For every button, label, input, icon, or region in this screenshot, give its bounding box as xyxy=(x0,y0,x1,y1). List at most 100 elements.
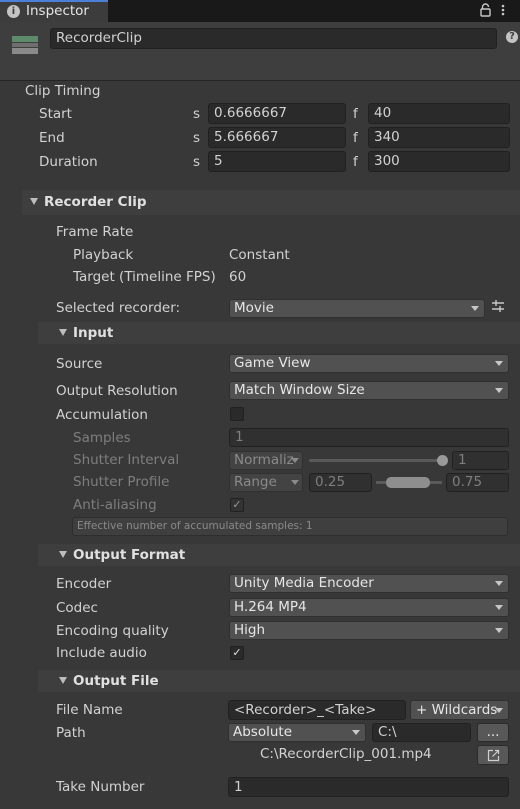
shutter-interval-mode-dropdown: Normaliz xyxy=(229,451,303,470)
encoding-quality-label: Encoding quality xyxy=(56,623,169,639)
output-file-foldout[interactable]: Output File xyxy=(59,673,159,689)
lock-icon[interactable] xyxy=(480,3,491,21)
chevron-down-icon xyxy=(495,361,503,366)
open-folder-button[interactable] xyxy=(477,745,509,765)
output-resolution-label: Output Resolution xyxy=(56,383,178,399)
chevron-down-icon xyxy=(471,306,479,311)
more-menu-icon[interactable] xyxy=(500,3,506,17)
selected-recorder-value: Movie xyxy=(234,300,274,316)
path-label: Path xyxy=(56,725,86,741)
source-value: Game View xyxy=(234,355,311,371)
output-format-foldout[interactable]: Output Format xyxy=(59,547,185,563)
full-path-text: C:\RecorderClip_001.mp4 xyxy=(260,746,432,762)
end-label: End xyxy=(39,130,65,146)
source-dropdown[interactable]: Game View xyxy=(229,354,509,373)
encoder-value: Unity Media Encoder xyxy=(234,575,374,591)
anti-aliasing-checkbox: ✓ xyxy=(230,498,244,512)
chevron-down-icon xyxy=(291,480,299,485)
duration-seconds-field[interactable]: 5 xyxy=(208,151,346,172)
shutter-interval-label: Shutter Interval xyxy=(73,452,180,468)
samples-label: Samples xyxy=(73,430,131,446)
selected-recorder-label: Selected recorder: xyxy=(56,300,181,316)
output-resolution-value: Match Window Size xyxy=(234,382,365,398)
wildcards-label: + Wildcards xyxy=(416,702,498,718)
codec-label: Codec xyxy=(56,600,98,616)
shutter-interval-field: 1 xyxy=(452,451,509,470)
playback-label: Playback xyxy=(73,247,134,263)
shutter-profile-mode: Range xyxy=(234,474,277,490)
include-audio-checkbox[interactable]: ✓ xyxy=(230,646,244,660)
foldout-arrow-icon xyxy=(59,551,67,558)
accumulation-info-box: Effective number of accumulated samples:… xyxy=(72,517,508,536)
wildcards-dropdown[interactable]: + Wildcards xyxy=(410,700,509,720)
chevron-down-icon xyxy=(495,628,503,633)
chevron-down-icon xyxy=(291,458,299,463)
path-field[interactable]: C:\ xyxy=(372,723,471,742)
target-fps-value: 60 xyxy=(229,269,247,285)
start-frames-field[interactable]: 40 xyxy=(368,103,510,124)
take-number-field[interactable]: 1 xyxy=(228,777,509,797)
anti-aliasing-label: Anti-aliasing xyxy=(73,497,157,513)
shutter-profile-range-thumb xyxy=(386,477,430,488)
file-name-field[interactable]: <Recorder>_<Take> xyxy=(228,700,406,720)
chevron-down-icon xyxy=(352,730,360,735)
end-seconds-field[interactable]: 5.666667 xyxy=(208,127,346,148)
input-title: Input xyxy=(73,325,114,341)
open-folder-icon xyxy=(487,749,499,762)
recorder-clip-title: Recorder Clip xyxy=(44,194,147,210)
info-icon: i xyxy=(7,5,20,18)
output-resolution-dropdown[interactable]: Match Window Size xyxy=(229,381,509,400)
duration-f-unit: f xyxy=(353,154,358,170)
target-fps-label: Target (Timeline FPS) xyxy=(73,269,216,285)
shutter-interval-slider-track xyxy=(309,459,445,462)
recorder-clip-foldout[interactable]: Recorder Clip xyxy=(30,194,147,210)
shutter-profile-label: Shutter Profile xyxy=(73,474,170,490)
inspector-window: { "window": {"tab_title": "Inspector"}, … xyxy=(0,0,520,809)
accumulation-info-text: Effective number of accumulated samples:… xyxy=(77,520,313,532)
output-format-title: Output Format xyxy=(73,547,186,563)
path-mode-value: Absolute xyxy=(233,724,293,740)
chevron-down-icon xyxy=(495,605,503,610)
chevron-down-icon xyxy=(495,581,503,586)
foldout-arrow-icon xyxy=(59,329,67,336)
shutter-profile-max-field: 0.75 xyxy=(446,473,509,492)
shutter-interval-mode: Normaliz xyxy=(234,452,294,468)
preset-icon[interactable] xyxy=(491,299,505,317)
object-name-field[interactable]: RecorderClip xyxy=(50,28,497,49)
encoding-quality-dropdown[interactable]: High xyxy=(229,621,509,640)
frame-rate-label: Frame Rate xyxy=(56,224,134,240)
tab-title: Inspector xyxy=(26,3,89,19)
shutter-profile-min-field: 0.25 xyxy=(309,473,372,492)
inspector-tab[interactable]: i Inspector xyxy=(0,0,108,22)
chevron-down-icon xyxy=(495,708,503,713)
encoder-dropdown[interactable]: Unity Media Encoder xyxy=(229,574,509,593)
end-frames-field[interactable]: 340 xyxy=(368,127,510,148)
selected-recorder-dropdown[interactable]: Movie xyxy=(229,299,485,318)
help-icon[interactable]: ? xyxy=(506,31,518,43)
take-number-label: Take Number xyxy=(56,779,145,795)
output-file-title: Output File xyxy=(73,673,159,689)
recorder-clip-icon xyxy=(11,34,39,60)
start-label: Start xyxy=(39,106,72,122)
shutter-interval-slider-thumb xyxy=(437,455,448,466)
end-s-unit: s xyxy=(193,130,201,146)
browse-button[interactable]: ... xyxy=(477,723,509,742)
file-name-label: File Name xyxy=(56,702,123,718)
duration-frames-field[interactable]: 300 xyxy=(368,151,510,172)
input-foldout[interactable]: Input xyxy=(59,325,113,341)
samples-field: 1 xyxy=(229,428,509,447)
foldout-arrow-icon xyxy=(59,677,67,684)
encoding-quality-value: High xyxy=(234,622,266,638)
codec-value: H.264 MP4 xyxy=(234,599,307,615)
path-mode-dropdown[interactable]: Absolute xyxy=(228,723,366,742)
clip-timing-title: Clip Timing xyxy=(25,83,101,99)
playback-value: Constant xyxy=(229,247,290,263)
start-s-unit: s xyxy=(193,106,201,122)
start-seconds-field[interactable]: 0.6666667 xyxy=(208,103,346,124)
start-f-unit: f xyxy=(353,106,358,122)
codec-dropdown[interactable]: H.264 MP4 xyxy=(229,598,509,617)
accumulation-label: Accumulation xyxy=(56,407,148,423)
accumulation-checkbox[interactable] xyxy=(230,407,244,421)
encoder-label: Encoder xyxy=(56,576,112,592)
end-f-unit: f xyxy=(353,130,358,146)
